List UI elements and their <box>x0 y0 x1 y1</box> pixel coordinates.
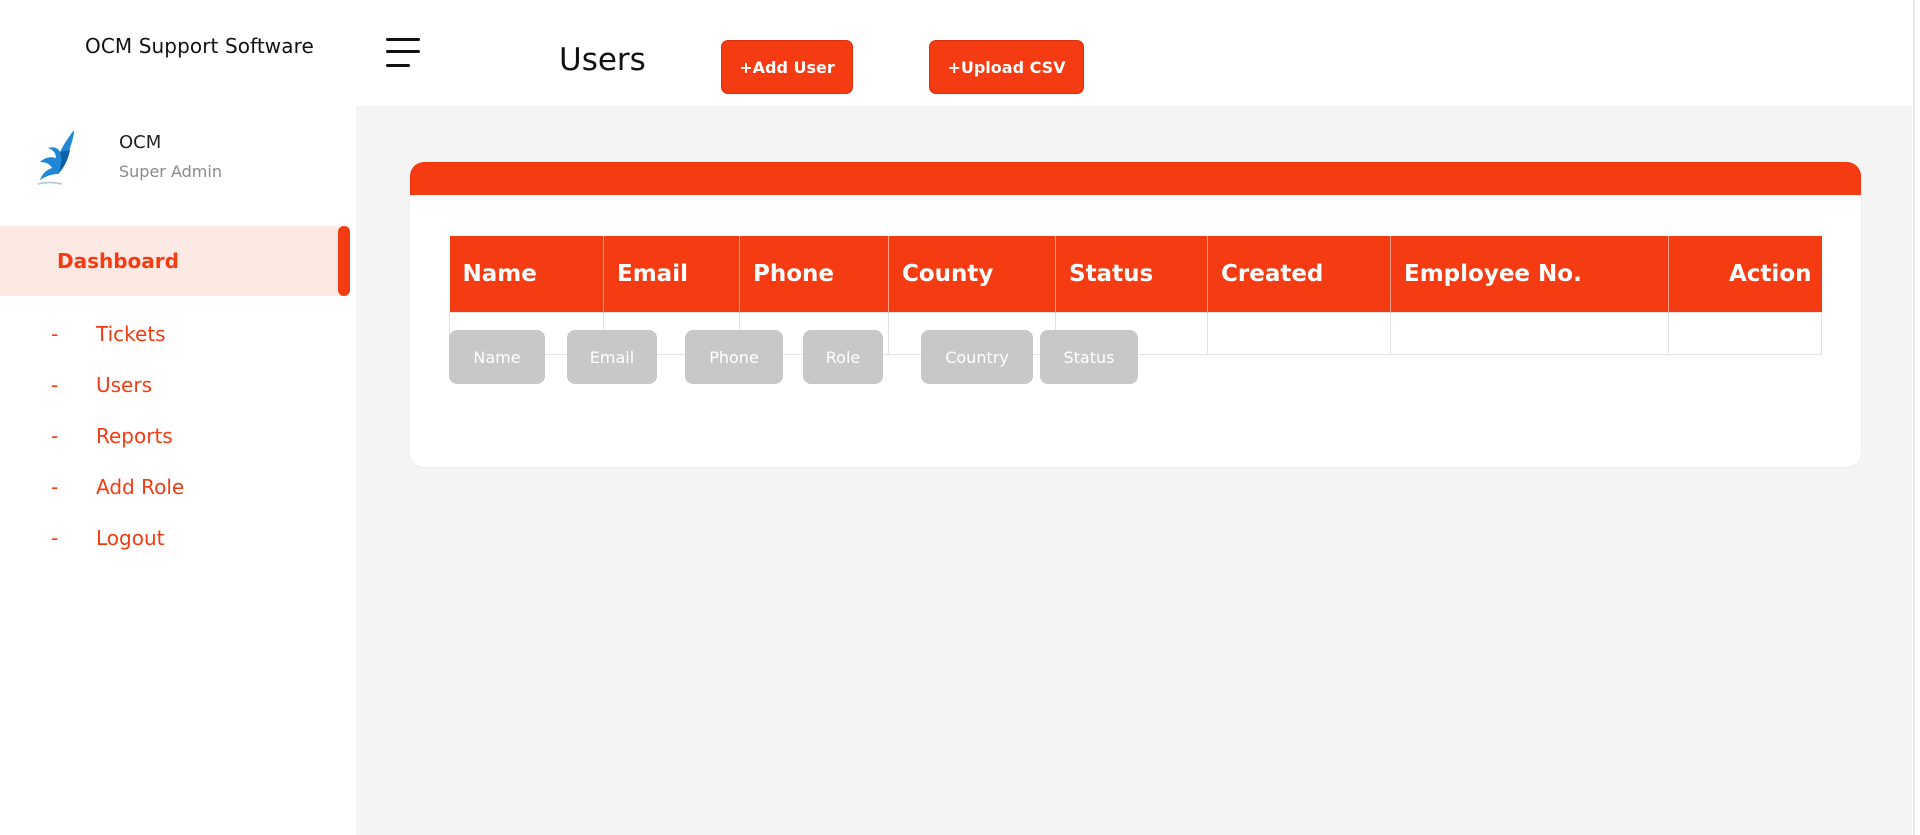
column-header-phone[interactable]: Phone <box>739 236 889 312</box>
bullet-dash: - <box>51 322 59 346</box>
sidebar-item-label: Dashboard <box>57 249 179 273</box>
column-header-county[interactable]: County <box>888 236 1056 312</box>
column-header-created[interactable]: Created <box>1207 236 1391 312</box>
brand-title: OCM Support Software <box>85 34 314 58</box>
scrollbar-track[interactable] <box>1913 0 1915 835</box>
bird-logo-icon <box>37 130 74 185</box>
filter-button-email[interactable]: Email <box>567 330 657 384</box>
sidebar-nav: - Tickets - Users - Reports - Add Role -… <box>0 310 350 565</box>
bullet-dash: - <box>51 424 59 448</box>
sidebar-item-tickets[interactable]: - Tickets <box>0 310 350 361</box>
sidebar-item-label[interactable]: Users <box>96 373 152 397</box>
sidebar-item-dashboard[interactable]: Dashboard <box>0 226 350 296</box>
add-user-button[interactable]: +Add User <box>721 40 853 94</box>
bullet-dash: - <box>51 526 59 550</box>
sidebar: OCM Support Software OCM Super Admin Das… <box>0 0 356 835</box>
column-filter-bar: Name Email Phone Role Country Status <box>449 330 1449 384</box>
sidebar-item-label[interactable]: Add Role <box>96 475 184 499</box>
column-header-action[interactable]: Action <box>1668 236 1822 312</box>
filter-button-country[interactable]: Country <box>921 330 1033 384</box>
sidebar-item-label[interactable]: Reports <box>96 424 173 448</box>
bullet-dash: - <box>51 475 59 499</box>
active-indicator <box>338 226 350 296</box>
column-header-employee-no[interactable]: Employee No. <box>1390 236 1669 312</box>
top-bar: Users +Add User +Upload CSV <box>356 0 1920 106</box>
menu-icon[interactable] <box>386 38 422 70</box>
menu-line <box>386 50 420 53</box>
table-cell <box>1668 311 1822 355</box>
profile-role: Super Admin <box>119 162 222 181</box>
column-header-status[interactable]: Status <box>1055 236 1208 312</box>
column-header-email[interactable]: Email <box>603 236 740 312</box>
user-profile: OCM Super Admin <box>34 128 334 192</box>
page-title: Users <box>559 42 646 78</box>
users-card: Name Email Phone County Status Created E… <box>410 162 1861 467</box>
filter-button-name[interactable]: Name <box>449 330 545 384</box>
card-header-bar <box>410 162 1861 195</box>
bullet-dash: - <box>51 373 59 397</box>
sidebar-item-logout[interactable]: - Logout <box>0 514 350 565</box>
filter-button-role[interactable]: Role <box>803 330 883 384</box>
filter-button-phone[interactable]: Phone <box>685 330 783 384</box>
sidebar-item-label[interactable]: Tickets <box>96 322 166 346</box>
menu-line <box>386 38 420 41</box>
profile-name: OCM <box>119 132 162 153</box>
sidebar-item-users[interactable]: - Users <box>0 361 350 412</box>
column-header-name[interactable]: Name <box>449 236 604 312</box>
sidebar-item-label[interactable]: Logout <box>96 526 164 550</box>
main-content: Name Email Phone County Status Created E… <box>356 106 1912 835</box>
menu-line <box>386 64 410 67</box>
filter-button-status[interactable]: Status <box>1040 330 1138 384</box>
sidebar-item-add-role[interactable]: - Add Role <box>0 463 350 514</box>
app-root: OCM Support Software OCM Super Admin Das… <box>0 0 1920 835</box>
table-header-row: Name Email Phone County Status Created E… <box>449 236 1822 312</box>
sidebar-item-reports[interactable]: - Reports <box>0 412 350 463</box>
upload-csv-button[interactable]: +Upload CSV <box>929 40 1084 94</box>
